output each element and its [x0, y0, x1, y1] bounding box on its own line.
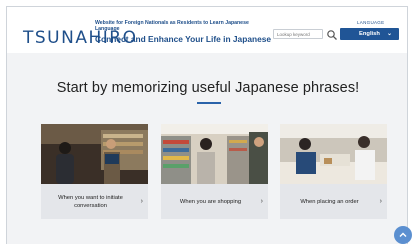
card-photo-conversation: [41, 124, 148, 184]
chevron-right-icon: ›: [140, 198, 143, 205]
search-icon[interactable]: [326, 28, 338, 40]
chevron-up-icon: [399, 232, 407, 237]
site-tagline-small: Website for Foreign Nationals as Residen…: [95, 20, 249, 32]
card-photo-ordering: [280, 124, 387, 184]
card-label-shopping: When you are shopping: [161, 184, 268, 219]
search-input[interactable]: [273, 29, 323, 39]
site-tagline: Connect and Enhance Your Life in Japanes…: [95, 34, 272, 44]
phrase-card-conversation[interactable]: When you want to initiate conversation ›: [41, 124, 148, 219]
card-photo-shopping: [161, 124, 268, 184]
chevron-down-icon: ⌄: [386, 31, 392, 37]
card-label-ordering: When placing an order: [280, 184, 387, 219]
title-underline: [197, 102, 221, 104]
language-value: English: [359, 30, 380, 37]
language-label: LANGUAGE: [357, 20, 385, 25]
phrase-card-ordering[interactable]: When placing an order ›: [280, 124, 387, 219]
phrase-card-shopping[interactable]: When you are shopping ›: [161, 124, 268, 219]
language-select[interactable]: English ⌄: [340, 28, 399, 40]
chevron-right-icon: ›: [379, 198, 382, 205]
page-frame: TSUNAHIRO Website for Foreign Nationals …: [6, 6, 408, 244]
page-title: Start by memorizing useful Japanese phra…: [56, 80, 360, 96]
chevron-right-icon: ›: [260, 198, 263, 205]
card-label-conversation: When you want to initiate conversation: [41, 184, 148, 219]
scroll-to-top-button[interactable]: [394, 226, 412, 244]
